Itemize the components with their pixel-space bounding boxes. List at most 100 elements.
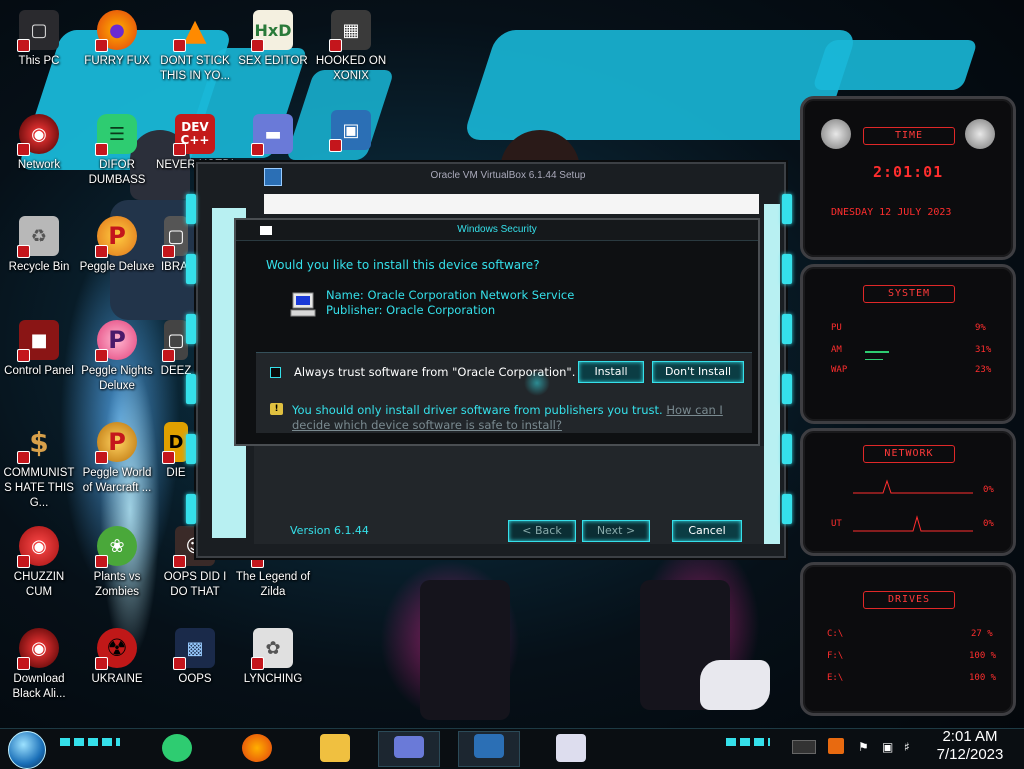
- frame-accent: [782, 374, 792, 404]
- always-trust-checkbox[interactable]: [270, 367, 281, 378]
- desktop-icon-difor-dumbass[interactable]: ☰ DIFOR DUMBASS: [78, 114, 156, 188]
- setup-version: Version 6.1.44: [290, 524, 369, 537]
- ram-bar: [865, 351, 889, 353]
- desktop-icon-virtualbox[interactable]: ▣: [312, 110, 390, 152]
- drives-title: DRIVES: [863, 591, 955, 609]
- network-title: NETWORK: [863, 445, 955, 463]
- desktop-icon-pvz[interactable]: ❀ Plants vs Zombies: [78, 526, 156, 600]
- frame-accent: [782, 314, 792, 344]
- desktop-icon-this-pc[interactable]: ▢ This PC: [0, 10, 78, 69]
- setup-window-icon: [264, 168, 282, 186]
- drive-c-label: C:\: [827, 629, 844, 639]
- desktop-icon-hooked-on-xonix[interactable]: ▦ HOOKED ON XONIX: [312, 10, 390, 84]
- net-in-value: 0%: [983, 485, 994, 495]
- dont-install-button[interactable]: Don't Install: [652, 361, 744, 383]
- dialog-title: Windows Security: [457, 224, 537, 235]
- cpu-label: PU: [831, 323, 842, 333]
- tray-volume-icon[interactable]: ♯: [904, 740, 918, 754]
- peggle-nights-icon: P: [95, 320, 137, 362]
- device-publisher: Publisher: Oracle Corporation: [326, 303, 496, 317]
- cancel-button[interactable]: Cancel: [672, 520, 742, 542]
- network-graph: [853, 479, 973, 532]
- desktop-icon-communists[interactable]: $ COMMUNISTS HATE THIS G...: [0, 422, 78, 511]
- desktop-icon-network[interactable]: ◉ Network: [0, 114, 78, 173]
- notes-icon: ☰: [95, 114, 137, 156]
- hxd-icon: HxD: [251, 10, 293, 52]
- frame-accent: [782, 194, 792, 224]
- pvz-flower-icon: ❀: [95, 526, 137, 568]
- desktop-icon-dont-stick[interactable]: ▲ DONT STICK THIS IN YO...: [156, 10, 234, 84]
- file-explorer-taskbar-icon[interactable]: [320, 734, 350, 762]
- desktop-icon-ukraine[interactable]: ☢ UKRAINE: [78, 628, 156, 687]
- card-icon: ▬: [251, 114, 293, 156]
- xonix-icon: ▦: [329, 10, 371, 52]
- desktop-icon-lynching[interactable]: ✿ LYNCHING: [234, 628, 312, 687]
- money-bag-icon: $: [17, 422, 59, 464]
- taskbar-clock-time[interactable]: 2:01 AM: [928, 728, 1012, 745]
- desktop-icon-download-black[interactable]: ◉ Download Black Ali...: [0, 628, 78, 702]
- taskbar-accent: [60, 738, 120, 746]
- frame-accent: [186, 194, 196, 224]
- taskbar-clock-date[interactable]: 7/12/2023: [928, 746, 1012, 763]
- desktop-icon-peggle-nights[interactable]: P Peggle Nights Deluxe: [78, 320, 156, 394]
- computer-icon: [290, 292, 316, 317]
- firefox-icon: ●: [95, 10, 137, 52]
- taskbar-accent: [726, 738, 770, 746]
- firefox-taskbar-icon[interactable]: [242, 734, 272, 762]
- devcpp-icon: DEV C++: [173, 114, 215, 156]
- desktop-icon-oops[interactable]: ▩ OOPS: [156, 628, 234, 687]
- desktop-icon-recycle-bin[interactable]: ♻ Recycle Bin: [0, 216, 78, 275]
- frame-accent: [186, 494, 196, 524]
- net-out-label: UT: [831, 519, 842, 529]
- windows-security-dialog: Windows Security Would you like to insta…: [234, 218, 760, 446]
- start-button[interactable]: [8, 731, 46, 769]
- network-panel: NETWORK 0% UT 0%: [800, 428, 1016, 556]
- system-title: SYSTEM: [863, 285, 955, 303]
- alien-icon: ◉: [17, 628, 59, 670]
- tray-app-icon[interactable]: [828, 738, 844, 754]
- network-alien-icon: ◉: [17, 114, 59, 156]
- time-title: TIME: [863, 127, 955, 145]
- desktop-icon-peggle-deluxe[interactable]: P Peggle Deluxe: [78, 216, 156, 275]
- desktop-icon-card-app[interactable]: ▬: [234, 114, 312, 156]
- back-button[interactable]: < Back: [508, 520, 576, 542]
- warning-shield-icon: !: [270, 403, 283, 415]
- recycle-bin-icon: ♻: [17, 216, 59, 258]
- taskbar-widget-toggle[interactable]: [792, 740, 816, 754]
- next-button[interactable]: Next >: [582, 520, 650, 542]
- desktop-icon-control-panel[interactable]: ■ Control Panel: [0, 320, 78, 379]
- task-list-taskbar-icon[interactable]: [556, 734, 586, 762]
- drive-f-label: F:\: [827, 651, 844, 661]
- install-button[interactable]: Install: [578, 361, 644, 383]
- tray-flag-icon[interactable]: ⚑: [858, 740, 872, 754]
- virtualbox-icon: ▣: [329, 110, 371, 152]
- alien-head-icon: [965, 119, 995, 149]
- installer-taskbar-icon: [474, 734, 504, 758]
- warning-text: You should only install driver software …: [292, 403, 723, 432]
- drive-f-value: 100 %: [969, 651, 997, 661]
- tray-network-icon[interactable]: ▣: [882, 740, 896, 754]
- desktop-icon-sex-editor[interactable]: HxD SEX EDITOR: [234, 10, 312, 69]
- frame-accent: [782, 254, 792, 284]
- radiation-icon: ☢: [95, 628, 137, 670]
- frame-accent: [782, 434, 792, 464]
- notes-taskbar-icon[interactable]: [162, 734, 192, 762]
- vlc-cone-icon: ▲: [173, 10, 215, 52]
- lynching-icon: ✿: [251, 628, 293, 670]
- widget-date: DNESDAY 12 JULY 2023: [831, 207, 952, 218]
- frame-accent: [186, 314, 196, 344]
- drive-c-value: 27 %: [971, 629, 993, 639]
- desktop-icon-peggle-wow[interactable]: P Peggle World of Warcraft ...: [78, 422, 156, 496]
- frame-accent: [782, 494, 792, 524]
- cpu-value: 9%: [975, 323, 986, 333]
- oops-icon: ▩: [173, 628, 215, 670]
- card-taskbar-icon: [394, 736, 424, 758]
- frame-accent: [186, 434, 196, 464]
- ram-label: AM: [831, 345, 842, 355]
- install-question: Would you like to install this device so…: [266, 258, 540, 272]
- widget-time: 2:01:01: [873, 163, 944, 181]
- system-panel: SYSTEM PU 9% AM 31% WAP 23%: [800, 264, 1016, 424]
- desktop-icon-chuzzin[interactable]: ◉ CHUZZIN CUM: [0, 526, 78, 600]
- desktop-icon-furry-fux[interactable]: ● FURRY FUX: [78, 10, 156, 69]
- alien-head-icon: [821, 119, 851, 149]
